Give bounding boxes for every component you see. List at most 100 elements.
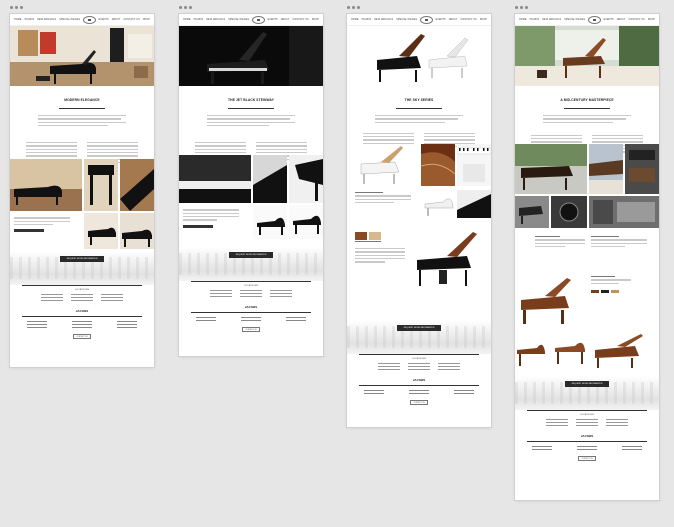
nav-item[interactable]: ABOUT <box>617 18 626 21</box>
nav-item[interactable]: NEW ARRIVALS <box>37 18 56 21</box>
contact-button[interactable]: CONTACT US <box>73 334 91 340</box>
nav-item[interactable]: CONTACT US <box>628 18 644 21</box>
nav-item[interactable]: SHOP <box>480 18 487 21</box>
request-info-button[interactable]: REQUEST MORE INFORMATION <box>229 252 273 259</box>
gallery-photo[interactable] <box>625 144 659 195</box>
nav-item[interactable]: ABOUT <box>281 18 290 21</box>
brand-logo-icon[interactable] <box>82 15 96 24</box>
request-info-button[interactable]: REQUEST MORE INFORMATION <box>397 325 441 332</box>
gallery-photo[interactable] <box>515 332 549 373</box>
gallery-photo[interactable] <box>421 144 455 187</box>
footer-background: REQUEST MORE INFORMATION <box>179 247 323 282</box>
contact-button[interactable]: CONTACT US <box>578 456 596 462</box>
contact-button[interactable]: CONTACT US <box>242 327 260 333</box>
gallery-photo[interactable] <box>289 205 323 240</box>
footer-brand-logo[interactable]: JACOBS <box>179 305 323 309</box>
design-canvas: HOME PIANOS NEW ARRIVALS SPECIAL PIECES EVE… <box>0 0 674 527</box>
gallery-photo[interactable] <box>589 144 623 195</box>
brand-logo-icon[interactable] <box>587 15 601 24</box>
locations-list <box>10 291 154 306</box>
footer-brand-logo[interactable]: JACOBS <box>10 309 154 313</box>
gallery-photo[interactable] <box>589 332 659 373</box>
nav-item[interactable]: CONTACT US <box>292 18 308 21</box>
section-title: THE JET BLACK STEINWAY <box>227 98 275 102</box>
title-divider <box>59 108 105 109</box>
gallery-photo[interactable] <box>515 274 587 331</box>
gallery-photo[interactable] <box>421 190 455 219</box>
nav-item[interactable]: PIANOS <box>25 18 35 21</box>
nav-item[interactable]: SPECIAL PIECES <box>228 18 249 21</box>
photo-gallery <box>179 155 323 247</box>
gallery-photo[interactable] <box>409 230 491 293</box>
nav-item[interactable]: SPECIAL PIECES <box>396 18 417 21</box>
gallery-photo[interactable] <box>253 205 287 240</box>
artboard-jet-black[interactable]: HOME PIANOS NEW ARRIVALS SPECIAL PIECES EVE… <box>179 14 323 356</box>
nav-item[interactable]: HOME <box>351 18 359 21</box>
gallery-photo[interactable] <box>355 144 419 187</box>
text-block <box>591 276 655 307</box>
nav-item[interactable]: PIANOS <box>530 18 540 21</box>
nav-item[interactable]: EVENTS <box>604 18 614 21</box>
gallery-photo[interactable] <box>10 159 82 212</box>
nav-item[interactable]: SHOP <box>648 18 655 21</box>
nav-item[interactable]: NEW ARRIVALS <box>206 18 225 21</box>
gallery-photo[interactable] <box>253 155 287 204</box>
gallery-photo[interactable] <box>120 159 154 212</box>
footer-brand-logo[interactable]: JACOBS <box>347 378 491 382</box>
gallery-photo[interactable] <box>515 196 549 229</box>
gallery-photo[interactable] <box>515 144 587 195</box>
window-dots <box>347 6 360 9</box>
body-columns <box>363 132 475 154</box>
nav-item[interactable]: HOME <box>519 18 527 21</box>
gallery-photo[interactable] <box>457 190 491 219</box>
gallery-photo[interactable] <box>551 332 587 373</box>
artboard-mid-century[interactable]: HOME PIANOS NEW ARRIVALS SPECIAL PIECES EVE… <box>515 14 659 500</box>
nav-item[interactable]: NEW ARRIVALS <box>542 18 561 21</box>
nav-item[interactable]: EVENTS <box>268 18 278 21</box>
contact-button[interactable]: CONTACT US <box>410 400 428 406</box>
site-nav: HOME PIANOS NEW ARRIVALS SPECIAL PIECES EVE… <box>515 14 659 26</box>
gallery-photo[interactable] <box>84 213 118 250</box>
gallery-photo[interactable] <box>457 144 491 187</box>
nav-item[interactable]: EVENTS <box>436 18 446 21</box>
photo-gallery <box>515 144 659 376</box>
text-block <box>591 236 651 267</box>
nav-item[interactable]: HOME <box>14 18 22 21</box>
nav-item[interactable]: ABOUT <box>449 18 458 21</box>
nav-item[interactable]: NEW ARRIVALS <box>374 18 393 21</box>
nav-item[interactable]: HOME <box>183 18 191 21</box>
gallery-photo[interactable] <box>84 159 118 212</box>
nav-item[interactable]: SHOP <box>143 18 150 21</box>
footer-divider <box>527 410 647 412</box>
gallery-photo[interactable] <box>589 196 659 229</box>
brand-logo-icon[interactable] <box>251 15 265 24</box>
nav-item[interactable]: SPECIAL PIECES <box>59 18 80 21</box>
nav-item[interactable]: SHOP <box>312 18 319 21</box>
nav-item[interactable]: CONTACT US <box>123 18 139 21</box>
nav-item[interactable]: CONTACT US <box>460 18 476 21</box>
nav-item[interactable]: PIANOS <box>194 18 204 21</box>
footer-background: REQUEST MORE INFORMATION <box>10 251 154 286</box>
nav-item[interactable]: ABOUT <box>112 18 121 21</box>
nav-item[interactable]: SPECIAL PIECES <box>564 18 585 21</box>
text-block <box>355 190 415 221</box>
gallery-photo[interactable] <box>355 232 383 247</box>
gallery-photo[interactable] <box>551 196 587 229</box>
nav-item[interactable]: PIANOS <box>362 18 372 21</box>
photo-gallery <box>347 144 491 320</box>
footer-links <box>27 321 137 330</box>
nav-item[interactable]: EVENTS <box>99 18 109 21</box>
locations-list <box>347 360 491 375</box>
gallery-photo[interactable] <box>179 155 251 204</box>
window-dots <box>515 6 528 9</box>
gallery-photo[interactable] <box>120 213 154 250</box>
request-info-button[interactable]: REQUEST MORE INFORMATION <box>60 256 104 263</box>
footer-links <box>364 390 474 396</box>
body-columns <box>26 142 138 170</box>
request-info-button[interactable]: REQUEST MORE INFORMATION <box>565 381 609 388</box>
artboard-modern-elegance[interactable]: HOME PIANOS NEW ARRIVALS SPECIAL PIECES EVE… <box>10 14 154 367</box>
artboard-sky-series[interactable]: HOME PIANOS NEW ARRIVALS SPECIAL PIECES EVE… <box>347 14 491 427</box>
brand-logo-icon[interactable] <box>419 15 433 24</box>
footer-brand-logo[interactable]: JACOBS <box>515 434 659 438</box>
gallery-photo[interactable] <box>289 155 323 204</box>
